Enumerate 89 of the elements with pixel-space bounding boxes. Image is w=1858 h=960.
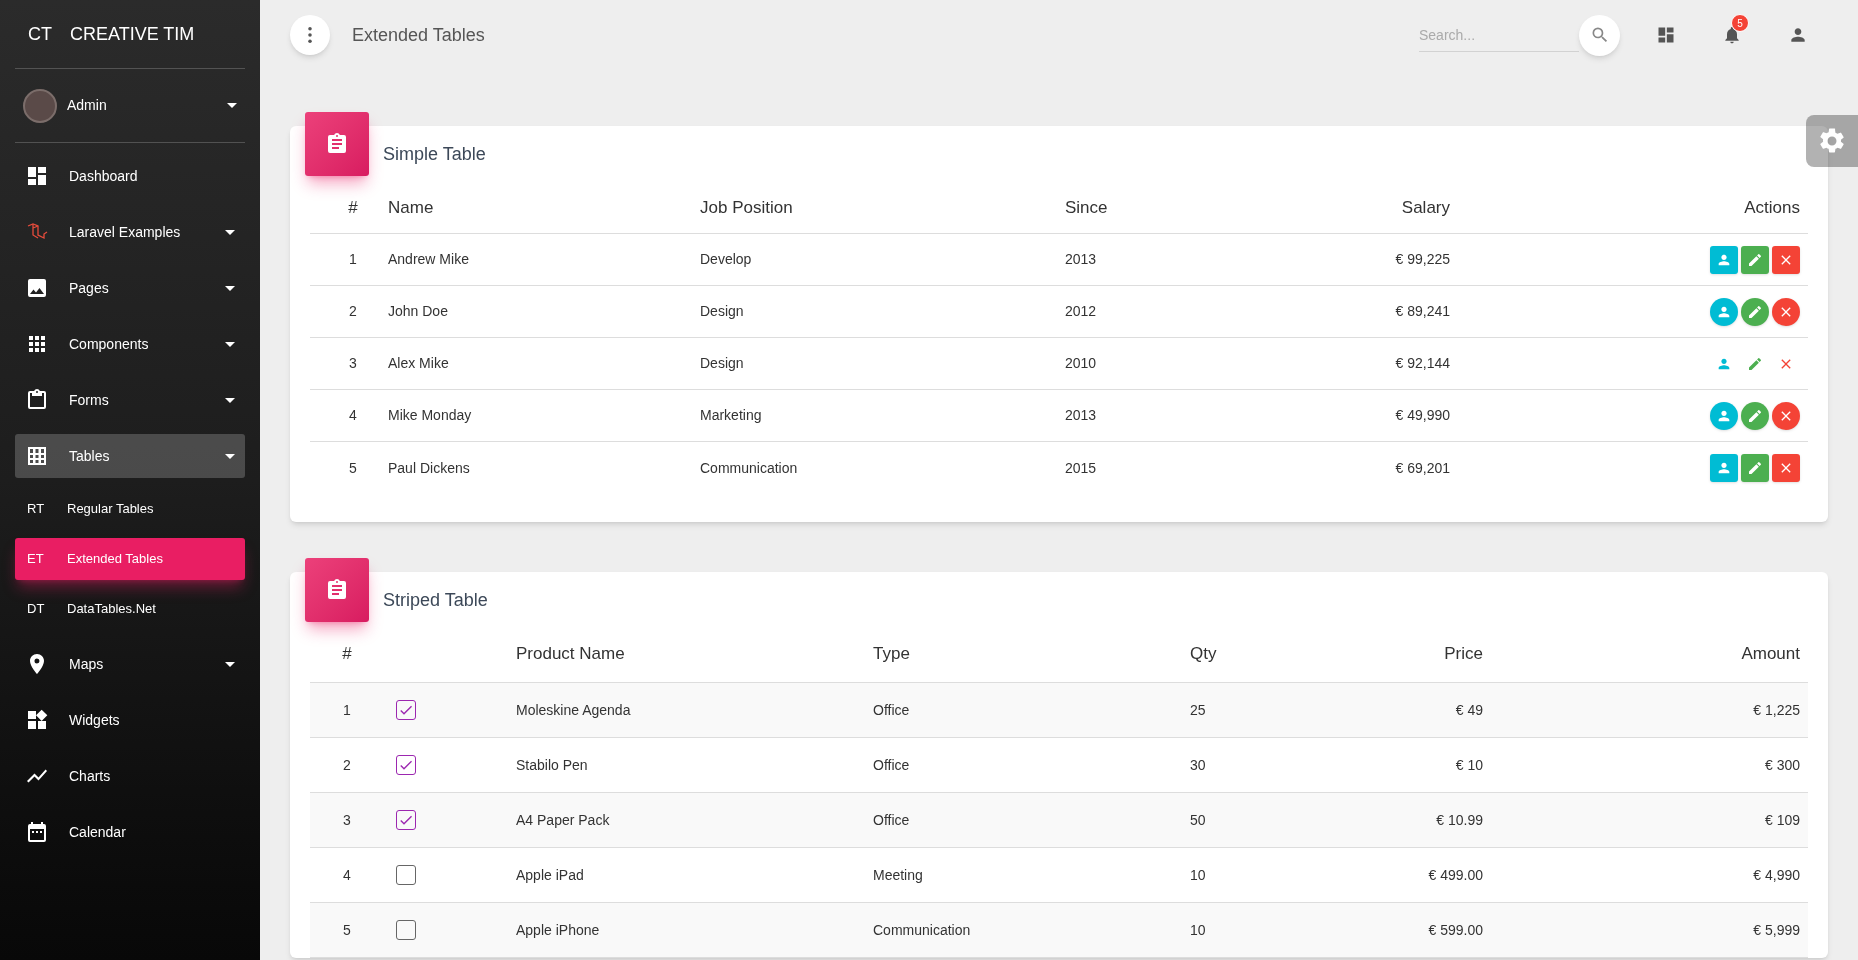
card-title: Simple Table bbox=[383, 143, 486, 166]
table-cell-text: 1 bbox=[342, 700, 352, 720]
table-cell-text: 2013 bbox=[1065, 250, 1098, 269]
table-cell-text: 25 bbox=[1190, 700, 1207, 720]
table-cell-text: Office bbox=[873, 700, 911, 720]
logo-text[interactable]: CREATIVE TIM bbox=[70, 20, 195, 48]
table-cell-text: 5 bbox=[342, 920, 352, 940]
table-cell-text: 5 bbox=[348, 458, 358, 478]
table-cell-text: € 109 bbox=[1763, 810, 1800, 830]
notifications-button[interactable]: 5 bbox=[1712, 15, 1752, 55]
sidebar-item[interactable]: Widgets bbox=[15, 698, 245, 742]
card-title: Striped Table bbox=[383, 589, 488, 612]
column-header: # bbox=[341, 643, 353, 666]
table-cell-text: Meeting bbox=[873, 865, 924, 885]
column-header: Since bbox=[1065, 196, 1109, 219]
column-header: Product Name bbox=[516, 643, 626, 666]
table-cell-text: 10 bbox=[1190, 920, 1207, 940]
table-cell-text: 2010 bbox=[1065, 354, 1098, 373]
table-cell-text: € 49,990 bbox=[1394, 406, 1450, 425]
table-cell-text: Moleskine Agenda bbox=[516, 700, 632, 720]
table-cell-text: 4 bbox=[342, 865, 352, 885]
table-cell-text: 10 bbox=[1190, 865, 1207, 885]
sidebar-item[interactable]: Laravel Examples bbox=[15, 210, 245, 254]
table-cell-text: € 300 bbox=[1763, 755, 1800, 775]
table-cell-text: € 69,201 bbox=[1394, 458, 1450, 478]
table-cell-text: € 499.00 bbox=[1427, 865, 1483, 885]
page-title: Extended Tables bbox=[352, 23, 486, 47]
table-cell-text: A4 Paper Pack bbox=[516, 810, 611, 830]
sidebar-item[interactable]: Calendar bbox=[15, 810, 245, 854]
sidebar-subitem[interactable]: RT Regular Tables bbox=[15, 488, 245, 530]
table-cell-text: € 5,999 bbox=[1752, 920, 1800, 940]
table-cell-text: 4 bbox=[348, 406, 358, 425]
table-cell-text: 2 bbox=[348, 302, 358, 321]
table-cell-text: Communication bbox=[700, 458, 799, 478]
table-cell-text: € 49 bbox=[1454, 700, 1483, 720]
column-header: Price bbox=[1443, 643, 1483, 666]
column-header: Amount bbox=[1740, 643, 1800, 666]
column-header: Job Position bbox=[700, 196, 794, 219]
table-cell-text: John Doe bbox=[388, 302, 449, 321]
table-cell-text: 2015 bbox=[1065, 458, 1098, 478]
sidebar-subitem[interactable]: ET Extended Tables bbox=[15, 538, 245, 580]
table-cell-text: Alex Mike bbox=[388, 354, 450, 373]
sidebar-item[interactable]: Tables bbox=[15, 434, 245, 478]
notification-badge: 5 bbox=[1731, 14, 1749, 32]
table-cell-text: Office bbox=[873, 755, 911, 775]
table-cell-text: 2013 bbox=[1065, 406, 1098, 425]
table-cell-text: 2012 bbox=[1065, 302, 1098, 321]
table-cell-text: 50 bbox=[1190, 810, 1207, 830]
table-cell-text: Design bbox=[700, 354, 745, 373]
table-cell-text: Office bbox=[873, 810, 911, 830]
sidebar-subitem[interactable]: DT DataTables.Net bbox=[15, 588, 245, 630]
user-menu[interactable]: Admin bbox=[15, 69, 245, 143]
table-cell-text: Marketing bbox=[700, 406, 763, 425]
table-cell-text: 3 bbox=[342, 810, 352, 830]
column-header: Name bbox=[388, 196, 435, 219]
sidebar-item[interactable]: Charts bbox=[15, 754, 245, 798]
table-cell-text: Apple iPhone bbox=[516, 920, 601, 940]
sidebar-item[interactable]: Maps bbox=[15, 642, 245, 686]
logo-mark[interactable]: CT bbox=[28, 20, 52, 48]
table-cell-text: Apple iPad bbox=[516, 865, 585, 885]
column-header: Salary bbox=[1400, 196, 1450, 219]
table-cell-text: Mike Monday bbox=[388, 406, 473, 425]
table-cell-text: Stabilo Pen bbox=[516, 755, 589, 775]
column-header: Actions bbox=[1743, 196, 1800, 219]
column-header: Qty bbox=[1190, 643, 1218, 666]
table-cell-text: 2 bbox=[342, 755, 352, 775]
table-cell-text: Communication bbox=[873, 920, 972, 940]
sidebar-item[interactable]: Components bbox=[15, 322, 245, 366]
sidebar-item[interactable]: Forms bbox=[15, 378, 245, 422]
table-cell-text: € 599.00 bbox=[1427, 920, 1483, 940]
search-field[interactable]: Search... bbox=[1419, 18, 1579, 52]
table-cell-text: Andrew Mike bbox=[388, 250, 470, 269]
column-header: Type bbox=[873, 643, 911, 666]
table-cell-text: € 92,144 bbox=[1394, 354, 1450, 373]
table-cell-text: € 99,225 bbox=[1394, 250, 1450, 269]
sidebar-item[interactable]: Pages bbox=[15, 266, 245, 310]
table-cell-text: Develop bbox=[700, 250, 753, 269]
table-cell-text: 3 bbox=[348, 354, 358, 373]
table-cell-text: € 4,990 bbox=[1752, 865, 1800, 885]
table-cell-text: Design bbox=[700, 302, 745, 321]
table-cell-text: € 10 bbox=[1454, 755, 1483, 775]
sidebar-item[interactable]: Dashboard bbox=[15, 154, 245, 198]
table-cell-text: 30 bbox=[1190, 755, 1207, 775]
table-cell-text: € 10.99 bbox=[1435, 810, 1483, 830]
table-cell-text: € 89,241 bbox=[1394, 302, 1450, 321]
table-cell-text: Paul Dickens bbox=[388, 458, 471, 478]
table-cell-text: 1 bbox=[348, 250, 358, 269]
column-header: # bbox=[347, 196, 359, 219]
table-cell-text: € 1,225 bbox=[1752, 700, 1800, 720]
